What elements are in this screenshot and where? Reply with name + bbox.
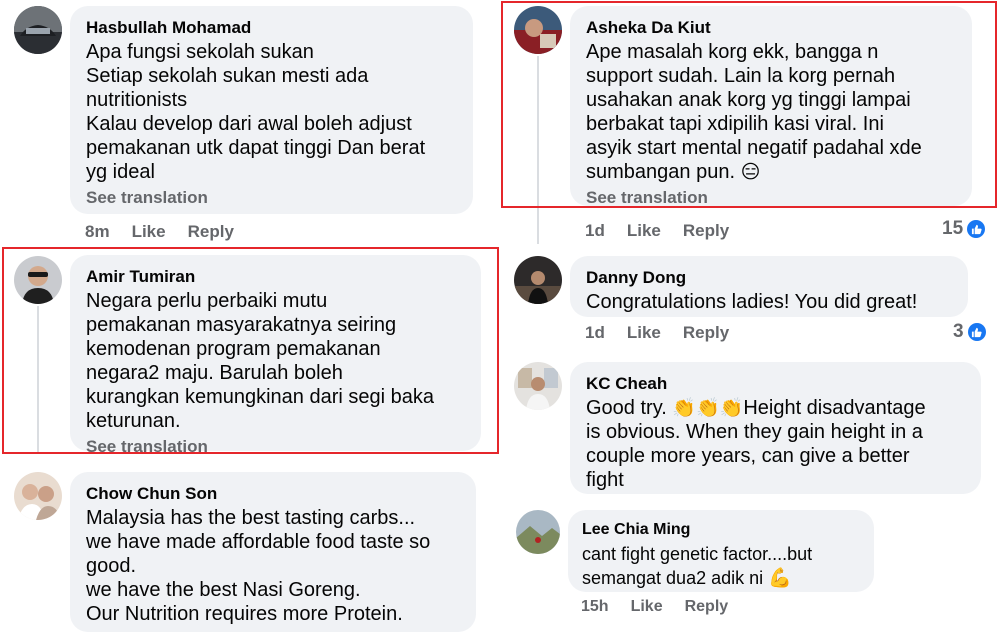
comment-bubble-danny: Danny Dong Congratulations ladies! You d… [570, 256, 968, 317]
comment-text-line: negara2 maju. Barulah boleh [86, 362, 343, 384]
reply-button[interactable]: Reply [683, 323, 729, 343]
comment-text-line: Ape masalah korg ekk, bangga n [586, 41, 879, 63]
see-translation-link[interactable]: See translation [86, 437, 465, 457]
expressionless-face-emoji: 😑 [740, 161, 761, 183]
reply-button[interactable]: Reply [188, 222, 234, 242]
comment-author[interactable]: Asheka Da Kiut [586, 18, 956, 38]
comment-text-line: asyik start mental negatif padahal xde [586, 137, 922, 159]
comment-actions: 15h Like Reply [581, 598, 750, 616]
comment-text-line: support sudah. Lain la korg pernah [586, 65, 896, 87]
comment-text-line: we have made affordable food taste so [86, 531, 431, 553]
comment-text-line: sumbangan pun. 😑 [586, 160, 956, 184]
comment-time[interactable]: 1d [585, 221, 605, 241]
clapping-hands-emoji: 👏👏👏 [672, 397, 744, 419]
flexed-biceps-emoji: 💪 [768, 567, 792, 589]
avatar-amir[interactable] [14, 256, 62, 304]
person-avatar-icon [514, 6, 562, 54]
comment-text-line: berbakat tapi xdipilih kasi viral. Ini [586, 113, 884, 135]
comment-author[interactable]: Chow Chun Son [86, 484, 460, 504]
comment-text-line: kemodenan program pemakanan [86, 338, 381, 360]
comment-bubble-hasbullah: Hasbullah Mohamad Apa fungsi sekolah suk… [70, 6, 473, 214]
avatar-hasbullah[interactable] [14, 6, 62, 54]
comment-bubble-lee: Lee Chia Ming cant fight genetic factor.… [568, 510, 874, 592]
comment-author[interactable]: Lee Chia Ming [582, 520, 860, 540]
comment-bubble-asheka: Asheka Da Kiut Ape masalah korg ekk, ban… [570, 6, 972, 208]
comment-text-line: nutritionists [86, 89, 188, 111]
comment-text-line: Congratulations ladies! You did great! [586, 291, 918, 313]
comment-text-line: keturunan. [86, 410, 181, 432]
thumbs-up-icon [967, 323, 986, 341]
comment-time[interactable]: 1d [585, 323, 605, 343]
landscape-avatar-icon [516, 510, 560, 554]
see-translation-link[interactable]: See translation [86, 188, 457, 208]
car-avatar-icon [14, 6, 62, 54]
comment-text-fragment: Good try. [586, 397, 673, 419]
thread-line [537, 56, 539, 244]
comment-text-fragment: sumbangan pun. [586, 161, 736, 183]
reaction-count-number: 15 [942, 218, 964, 239]
person-avatar-icon [14, 256, 62, 304]
comment-text-line: Kalau develop dari awal boleh adjust [86, 113, 412, 135]
comment-bubble-chow: Chow Chun Son Malaysia has the best tast… [70, 472, 476, 632]
avatar-kc[interactable] [514, 362, 562, 410]
comment-text-line: Malaysia has the best tasting carbs... [86, 507, 416, 529]
avatar-asheka[interactable] [514, 6, 562, 54]
thread-line [37, 306, 39, 454]
comment-text-line: Apa fungsi sekolah sukan [86, 41, 314, 63]
comment-text-line: Negara perlu perbaiki mutu [86, 290, 328, 312]
comment-bubble-kc: KC Cheah Good try. 👏👏👏Height disadvantag… [570, 362, 981, 494]
comment-text-line: we have the best Nasi Goreng. [86, 579, 361, 601]
thumbs-up-icon [967, 220, 986, 238]
comment-time[interactable]: 8m [85, 222, 110, 242]
like-button[interactable]: Like [631, 598, 663, 616]
comment-actions: 8m Like Reply [85, 222, 256, 242]
see-translation-link[interactable]: See translation [586, 188, 956, 208]
comment-author[interactable]: Amir Tumiran [86, 267, 465, 287]
comment-text-line: pemakanan utk dapat tinggi Dan berat [86, 137, 426, 159]
like-button[interactable]: Like [627, 323, 661, 343]
comment-text-line: good. [86, 555, 137, 577]
comment-actions: 1d Like Reply [585, 221, 751, 241]
avatar-danny[interactable] [514, 256, 562, 304]
comment-text-fragment: semangat dua2 adik ni [582, 568, 769, 588]
reaction-count[interactable]: 3 [953, 321, 986, 343]
comment-text-line: Good try. 👏👏👏Height disadvantage [586, 396, 965, 420]
reply-button[interactable]: Reply [683, 221, 729, 241]
comment-text-line: kurangkan kemungkinan dari segi baka [86, 386, 434, 408]
comment-time[interactable]: 15h [581, 598, 609, 616]
comment-text-line: Our Nutrition requires more Protein. [86, 603, 403, 625]
family-avatar-icon [14, 472, 62, 520]
like-button[interactable]: Like [132, 222, 166, 242]
comment-text-line: fight [586, 469, 624, 491]
comment-text-line: cant fight genetic factor....but [582, 544, 813, 564]
comment-text-line: pemakanan masyarakatnya seiring [86, 314, 397, 336]
comment-text-fragment: Height disadvantage [743, 397, 926, 419]
comment-text-line: usahakan anak korg yg tinggi lampai [586, 89, 911, 111]
like-button[interactable]: Like [627, 221, 661, 241]
reaction-count-number: 3 [953, 321, 964, 342]
reaction-count[interactable]: 15 [942, 218, 986, 240]
comment-text-line: semangat dua2 adik ni 💪 [582, 566, 860, 590]
avatar-lee[interactable] [516, 510, 560, 554]
comment-text-line: yg ideal [86, 161, 155, 183]
reply-button[interactable]: Reply [685, 598, 729, 616]
comment-bubble-amir: Amir Tumiran Negara perlu perbaiki mutu … [70, 255, 481, 456]
comment-actions: 1d Like Reply [585, 323, 751, 343]
comment-author[interactable]: Hasbullah Mohamad [86, 18, 457, 38]
person-avatar-icon [514, 256, 562, 304]
comment-text-line: is obvious. When they gain height in a [586, 421, 923, 443]
comment-author[interactable]: Danny Dong [586, 268, 952, 288]
comment-text-line: couple more years, can give a better [586, 445, 910, 467]
comment-text-line: Setiap sekolah sukan mesti ada [86, 65, 369, 87]
person-avatar-icon [514, 362, 562, 410]
avatar-chow[interactable] [14, 472, 62, 520]
comment-author[interactable]: KC Cheah [586, 374, 965, 394]
